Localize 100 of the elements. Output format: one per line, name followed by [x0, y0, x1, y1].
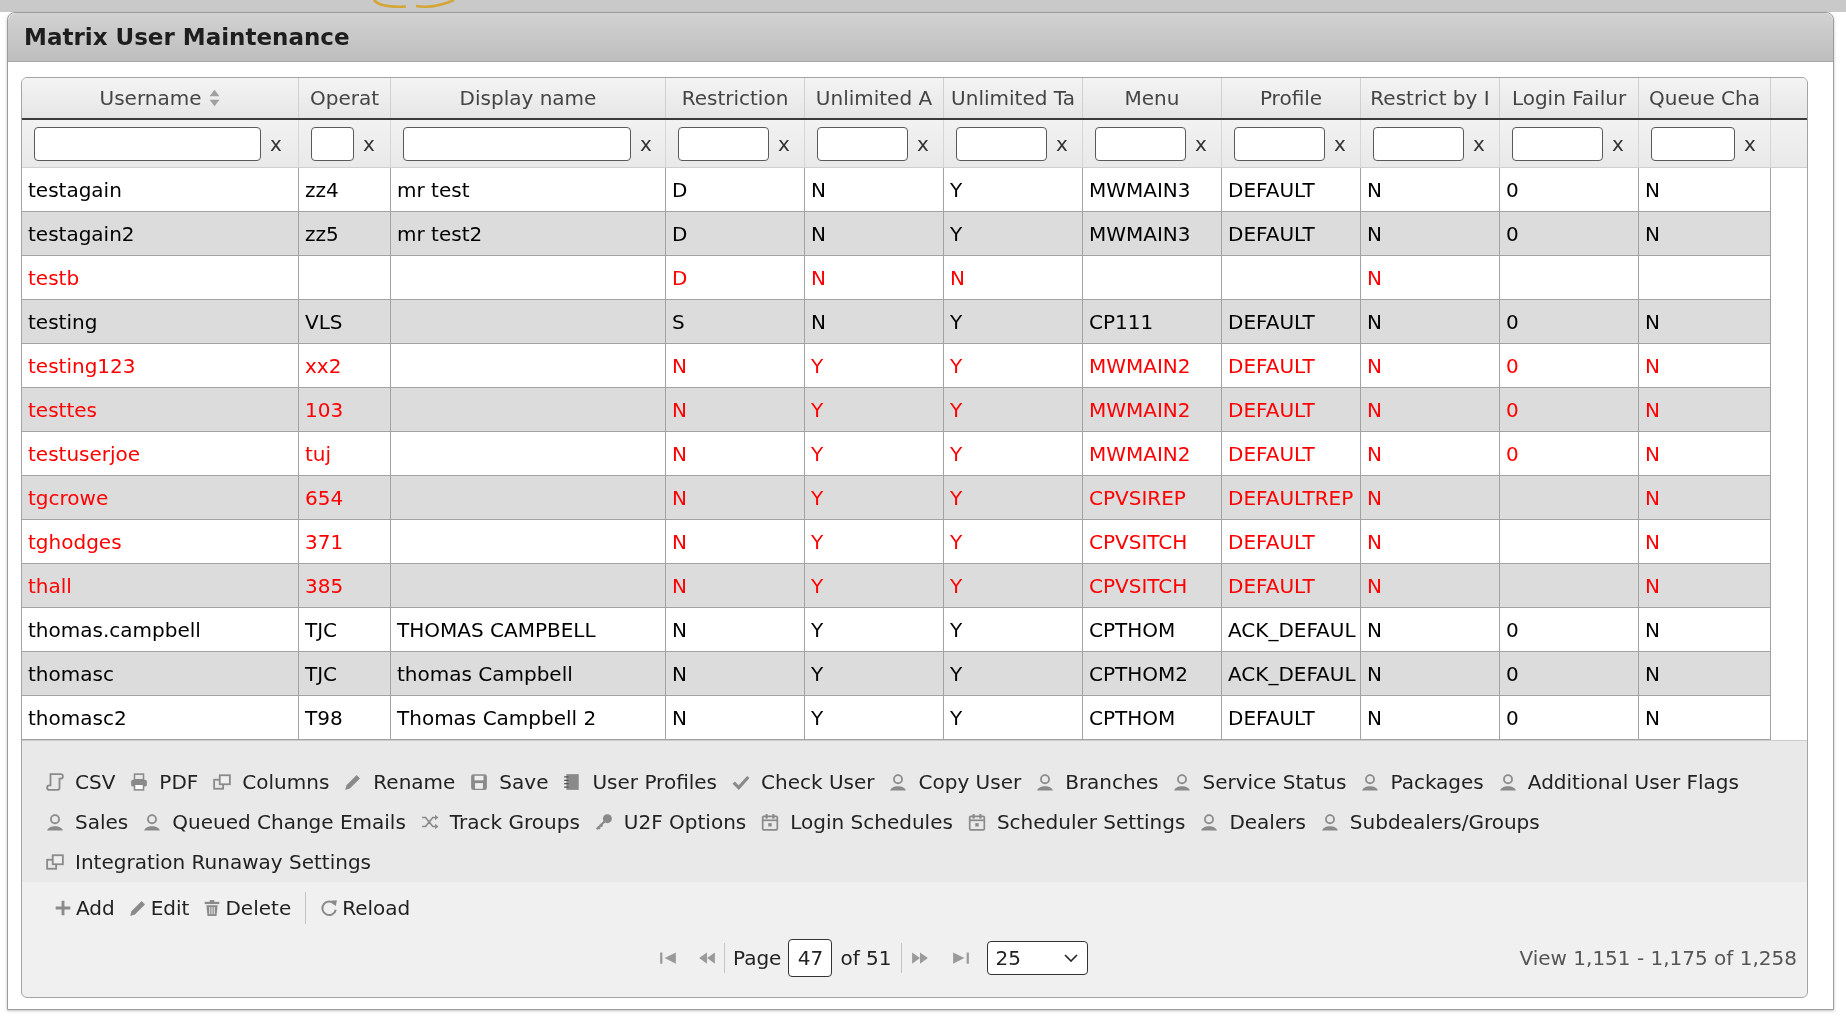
- page-size-select[interactable]: 25: [986, 941, 1088, 975]
- column-header[interactable]: Restriction: [666, 78, 805, 118]
- toolbar-button[interactable]: Subdealers/Groups: [1320, 812, 1540, 832]
- action-button[interactable]: Reload: [320, 898, 411, 918]
- column-header[interactable]: Unlimited A: [805, 78, 944, 118]
- filter-input[interactable]: [311, 126, 354, 161]
- clear-link[interactable]: x: [778, 133, 790, 154]
- table-cell: 0: [1506, 663, 1519, 684]
- table-cell: N: [672, 619, 687, 640]
- table-row[interactable]: testb D N N N: [22, 256, 1771, 300]
- column-header[interactable]: Restrict by I: [1361, 78, 1500, 118]
- action-button[interactable]: Add: [54, 898, 115, 918]
- toolbar-button[interactable]: Service Status: [1173, 772, 1347, 792]
- table-cell: testuserjoe: [28, 443, 141, 464]
- filter-input[interactable]: [403, 126, 631, 161]
- toolbar-button[interactable]: User Profiles: [563, 772, 717, 792]
- toolbar-button[interactable]: Save: [470, 772, 549, 792]
- table-cell: 0: [1506, 223, 1519, 244]
- table-row[interactable]: thomasc TJC thomas Campbell N Y Y CPTHOM2 ACK_DEFAUL N 0 N: [22, 652, 1771, 696]
- toolbar-button[interactable]: U2F Options: [594, 812, 747, 832]
- table-cell: Y: [950, 311, 963, 332]
- page-label: Page: [733, 945, 782, 972]
- table-cell: ACK_DEFAUL: [1228, 663, 1356, 684]
- table-row[interactable]: testing123 xx2 N Y Y MWMAIN2 DEFAULT N 0 N: [22, 344, 1771, 388]
- toolbar-button[interactable]: Additional User Flags: [1498, 772, 1739, 792]
- clear-link[interactable]: x: [1334, 133, 1346, 154]
- table-cell: MWMAIN2: [1089, 355, 1191, 376]
- filter-input[interactable]: [1512, 126, 1603, 161]
- toolbar-button[interactable]: Packages: [1361, 772, 1484, 792]
- page-input[interactable]: 47: [788, 939, 833, 977]
- table-row[interactable]: thomas.campbell TJC THOMAS CAMPBELL N Y Y CPTHOM ACK_DEFAUL N 0 N: [22, 608, 1771, 652]
- table-cell: N: [1645, 575, 1660, 596]
- filter-input[interactable]: [1651, 126, 1735, 161]
- column-header[interactable]: Menu: [1083, 78, 1222, 118]
- table-row[interactable]: testagain2 zz5 mr test2 D N Y MWMAIN3 DEFAULT N 0 N: [22, 212, 1771, 256]
- table-cell: 0: [1506, 619, 1519, 640]
- sort-icon: [209, 89, 221, 107]
- filter-input[interactable]: [1373, 126, 1464, 161]
- shuffle-icon: [420, 813, 439, 831]
- column-header[interactable]: Username: [22, 78, 299, 118]
- toolbar-button[interactable]: Login Schedules: [761, 812, 953, 832]
- column-header[interactable]: Login Failur: [1500, 78, 1639, 118]
- table-cell: ACK_DEFAUL: [1228, 619, 1356, 640]
- toolbar-button[interactable]: CSV: [46, 772, 116, 792]
- column-header[interactable]: Unlimited Ta: [944, 78, 1083, 118]
- plus-icon: [54, 899, 72, 917]
- table-cell: DEFAULT: [1228, 707, 1315, 728]
- table-cell: N: [1367, 443, 1382, 464]
- table-row[interactable]: testuserjoe tuj N Y Y MWMAIN2 DEFAULT N 0 N: [22, 432, 1771, 476]
- clear-link[interactable]: x: [1744, 133, 1756, 154]
- toolbar-button[interactable]: Copy User: [889, 772, 1022, 792]
- toolbar-button[interactable]: Integration Runaway Settings: [46, 852, 371, 872]
- scroll-icon: [46, 773, 64, 791]
- person-icon: [1361, 773, 1380, 791]
- clear-link[interactable]: x: [1612, 133, 1624, 154]
- table-row[interactable]: testagain zz4 mr test D N Y MWMAIN3 DEFAULT N 0 N: [22, 168, 1771, 212]
- toolbar-button[interactable]: Sales: [46, 812, 129, 832]
- table-cell: 0: [1506, 179, 1519, 200]
- person-icon: [889, 773, 908, 791]
- table-row[interactable]: tghodges 371 N Y Y CPVSITCH DEFAULT N N: [22, 520, 1771, 564]
- clear-link[interactable]: x: [917, 133, 929, 154]
- filter-input[interactable]: [956, 126, 1047, 161]
- toolbar-button[interactable]: Check User: [732, 772, 875, 792]
- table-cell: CPTHOM: [1089, 707, 1176, 728]
- table-cell: N: [672, 399, 687, 420]
- table-cell: testb: [28, 267, 80, 288]
- filter-input[interactable]: [817, 126, 908, 161]
- toolbar-button[interactable]: PDF: [130, 772, 199, 792]
- table-cell: N: [1645, 443, 1660, 464]
- clear-link[interactable]: x: [1195, 133, 1207, 154]
- table-cell: D: [672, 267, 688, 288]
- filter-input[interactable]: [34, 126, 261, 161]
- table-row[interactable]: testing VLS S N Y CP111 DEFAULT N 0 N: [22, 300, 1771, 344]
- toolbar-button[interactable]: Scheduler Settings: [967, 812, 1186, 832]
- table-cell: MWMAIN3: [1089, 179, 1191, 200]
- column-header[interactable]: Queue Cha: [1639, 78, 1771, 118]
- filter-input[interactable]: [1234, 126, 1325, 161]
- toolbar-button[interactable]: Track Groups: [420, 812, 580, 832]
- clear-link[interactable]: x: [640, 133, 652, 154]
- table-cell: N: [1367, 619, 1382, 640]
- clear-link[interactable]: x: [1056, 133, 1068, 154]
- toolbar-button[interactable]: Branches: [1036, 772, 1159, 792]
- toolbar-button[interactable]: Columns: [213, 772, 330, 792]
- table-cell: N: [1367, 399, 1382, 420]
- table-cell: testagain: [28, 179, 122, 200]
- action-button[interactable]: Edit: [128, 898, 190, 918]
- clear-link[interactable]: x: [363, 133, 375, 154]
- table-row[interactable]: thomasc2 T98 Thomas Campbell 2 N Y Y CPTHOM DEFAULT N 0 N: [22, 696, 1771, 740]
- clear-link[interactable]: x: [270, 133, 282, 154]
- column-header[interactable]: Display name: [391, 78, 666, 118]
- action-button[interactable]: Delete: [203, 898, 292, 918]
- column-header[interactable]: Operat: [299, 78, 391, 118]
- column-header[interactable]: Profile: [1222, 78, 1361, 118]
- toolbar-button[interactable]: Rename: [344, 772, 456, 792]
- filter-input[interactable]: [678, 126, 769, 161]
- clear-link[interactable]: x: [1473, 133, 1485, 154]
- person-icon: [1036, 773, 1055, 791]
- filter-input[interactable]: [1095, 126, 1186, 161]
- toolbar-button[interactable]: Queued Change Emails: [143, 812, 406, 832]
- toolbar-button[interactable]: Dealers: [1200, 812, 1306, 832]
